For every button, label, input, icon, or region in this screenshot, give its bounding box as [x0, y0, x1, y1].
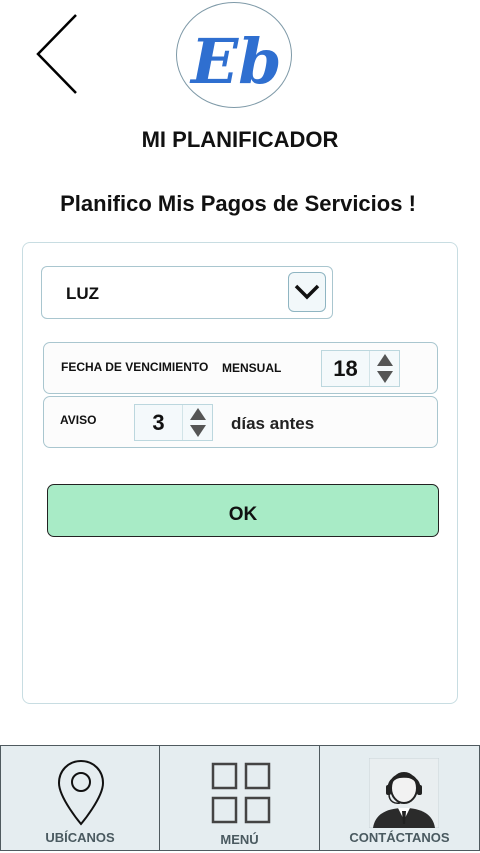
- due-date-row: FECHA DE VENCIMIENTO MENSUAL 18: [43, 342, 438, 394]
- nav-item-ubicanos[interactable]: UBÍCANOS: [0, 745, 160, 851]
- reminder-days-value: 3: [152, 409, 165, 435]
- logo-text: Eb: [189, 25, 282, 98]
- ok-button[interactable]: OK: [47, 484, 439, 537]
- support-agent-icon: [369, 758, 439, 828]
- back-button[interactable]: [30, 12, 86, 98]
- service-select-value: LUZ: [66, 284, 100, 303]
- nav-label: CONTÁCTANOS: [349, 830, 450, 845]
- nav-item-contactanos[interactable]: CONTÁCTANOS: [320, 745, 480, 851]
- nav-item-menu[interactable]: MENÚ: [160, 745, 320, 851]
- map-pin-icon: [57, 759, 105, 826]
- frequency-label: MENSUAL: [222, 361, 282, 375]
- due-day-value: 18: [333, 355, 358, 381]
- due-date-label: FECHA DE VENCIMIENTO: [61, 360, 209, 374]
- arrow-down-icon[interactable]: [190, 425, 206, 437]
- arrow-up-icon[interactable]: [377, 354, 393, 366]
- reminder-suffix: días antes: [231, 414, 315, 433]
- stepper-arrows[interactable]: [369, 351, 399, 386]
- bottom-nav: UBÍCANOS MENÚ CONTÁCTANOS: [0, 745, 480, 851]
- reminder-days-stepper[interactable]: 3: [134, 404, 213, 441]
- page-title: MI PLANIFICADOR: [141, 127, 339, 152]
- page-subtitle: Planifico Mis Pagos de Servicios !: [60, 191, 416, 216]
- chevron-down-icon: [294, 284, 320, 300]
- logo: Eb: [176, 2, 292, 108]
- chevron-left-icon: [36, 14, 77, 94]
- reminder-label: AVISO: [60, 413, 97, 427]
- stepper-arrows[interactable]: [182, 405, 212, 440]
- nav-label: UBÍCANOS: [45, 830, 115, 845]
- service-select[interactable]: LUZ: [41, 266, 333, 319]
- arrow-up-icon[interactable]: [190, 408, 206, 420]
- dropdown-button[interactable]: [288, 272, 326, 312]
- grid-icon: [211, 762, 271, 824]
- arrow-down-icon[interactable]: [377, 371, 393, 383]
- nav-label: MENÚ: [220, 832, 259, 847]
- due-day-stepper[interactable]: 18: [321, 350, 400, 387]
